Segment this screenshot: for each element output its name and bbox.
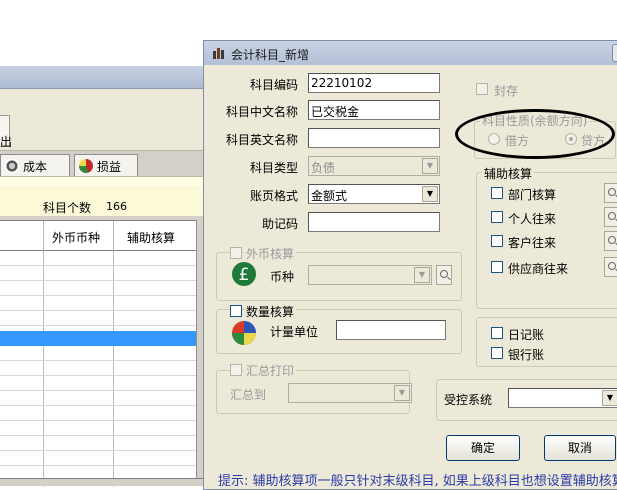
quantity-title: 数量核算	[244, 303, 297, 320]
customer-checkbox[interactable]	[491, 235, 503, 247]
cn-name-input[interactable]: 已交税金	[308, 100, 440, 120]
bank-checkbox[interactable]	[491, 347, 503, 359]
close-button[interactable]	[612, 44, 617, 62]
mnemonic-label: 助记码	[261, 217, 298, 231]
search-icon	[608, 262, 616, 270]
search-icon	[440, 270, 448, 278]
controlled-label: 受控系统	[444, 393, 493, 407]
format-select[interactable]: 金额式 ▼	[308, 184, 440, 204]
journal-label: 日记账	[508, 328, 545, 342]
gear-icon	[5, 159, 19, 173]
ok-button[interactable]: 确定	[446, 435, 520, 461]
ledger-group	[476, 317, 617, 367]
tab-profit-loss-label: 损益	[97, 160, 122, 174]
code-input[interactable]: 22210102	[308, 73, 440, 93]
personal-checkbox[interactable]	[491, 211, 503, 223]
controlled-select[interactable]: ▼	[508, 388, 617, 408]
personal-search-button[interactable]	[604, 207, 617, 227]
department-search-button[interactable]	[604, 183, 617, 203]
en-name-input[interactable]	[308, 128, 440, 148]
supplier-label: 供应商往来	[508, 262, 569, 276]
dialog-titlebar: 会计科目_新增	[204, 41, 617, 65]
chevron-down-icon[interactable]: ▼	[422, 186, 438, 202]
summary-print-title: 汇总打印	[244, 362, 297, 379]
unit-input[interactable]	[336, 320, 446, 340]
cancel-button[interactable]: 取消	[544, 435, 616, 461]
search-icon	[608, 188, 616, 196]
search-icon	[608, 212, 616, 220]
journal-checkbox[interactable]	[491, 327, 503, 339]
cn-name-label: 科目中文名称	[225, 105, 298, 119]
type-select: 负债 ▼	[308, 156, 440, 176]
tab-profit-loss[interactable]: 损益	[74, 154, 138, 176]
bank-label: 银行账	[508, 348, 545, 362]
type-select-value: 负债	[311, 161, 336, 175]
chevron-down-icon[interactable]: ▼	[602, 390, 617, 406]
currency-select: ▼	[308, 265, 432, 285]
currency-search-button	[436, 265, 452, 285]
department-checkbox[interactable]	[491, 187, 503, 199]
foreign-currency-checkbox	[230, 247, 242, 259]
supplier-search-button[interactable]	[604, 257, 617, 277]
account-dialog: 会计科目_新增 科目编码 22210102 科目中文名称 已交税金 科目英文名称…	[203, 40, 617, 490]
tab-cost[interactable]: 成本	[0, 154, 70, 176]
pound-currency-icon: £	[232, 262, 256, 286]
annotation-ellipse	[455, 109, 615, 159]
account-table: 外币币种 辅助核算	[0, 220, 196, 487]
pie-chart-icon	[79, 159, 93, 173]
background-window-titlebar	[0, 66, 205, 89]
search-icon	[608, 236, 616, 244]
unit-label: 计量单位	[270, 325, 319, 339]
auxiliary-title: 辅助核算	[482, 165, 535, 182]
chevron-down-icon: ▼	[422, 158, 438, 174]
chevron-down-icon: ▼	[414, 267, 430, 283]
summary-to-label: 汇总到	[230, 388, 267, 402]
tab-bar: 成本 损益	[0, 154, 205, 176]
hint-text: 提示: 辅助核算项一般只针对末级科目, 如果上级科目也想设置辅助核算,	[218, 474, 617, 489]
type-label: 科目类型	[249, 161, 298, 175]
column-auxiliary[interactable]: 辅助核算	[127, 229, 175, 246]
format-select-value: 金额式	[311, 189, 348, 203]
svg-text:£: £	[239, 265, 250, 285]
summary-print-checkbox	[230, 364, 242, 376]
dialog-title: 会计科目_新增	[231, 48, 310, 62]
toolbar-button-label: 出	[0, 135, 13, 149]
column-foreign-currency[interactable]: 外币币种	[52, 229, 100, 246]
background-toolbar: 出	[0, 89, 205, 151]
chevron-down-icon: ▼	[394, 385, 410, 401]
account-table-header: 外币币种 辅助核算	[0, 221, 196, 251]
account-count-value: 166	[106, 200, 127, 213]
currency-label: 币种	[270, 270, 295, 284]
seal-label: 封存	[494, 84, 519, 98]
quantity-checkbox[interactable]	[230, 305, 242, 317]
format-label: 账页格式	[249, 189, 298, 203]
tab-cost-label: 成本	[23, 160, 48, 174]
department-label: 部门核算	[508, 188, 557, 202]
mnemonic-input[interactable]	[308, 212, 440, 232]
supplier-checkbox[interactable]	[491, 261, 503, 273]
customer-search-button[interactable]	[604, 231, 617, 251]
background-window: 出 成本 损益 科目个数 166 外币币种 辅助核算	[0, 66, 205, 487]
foreign-currency-title: 外币核算	[244, 245, 297, 262]
summary-to-select: ▼	[288, 383, 412, 403]
code-label: 科目编码	[249, 78, 298, 92]
seal-checkbox	[476, 83, 488, 95]
measure-chart-icon	[232, 321, 256, 345]
table-row-selected[interactable]	[0, 331, 196, 346]
background-bottom-bar	[0, 478, 205, 486]
app-icon	[213, 48, 224, 59]
personal-label: 个人往来	[508, 212, 557, 226]
account-count-label: 科目个数	[43, 201, 92, 215]
customer-label: 客户往来	[508, 236, 557, 250]
account-count-bar: 科目个数 166	[0, 186, 205, 216]
en-name-label: 科目英文名称	[225, 133, 298, 147]
